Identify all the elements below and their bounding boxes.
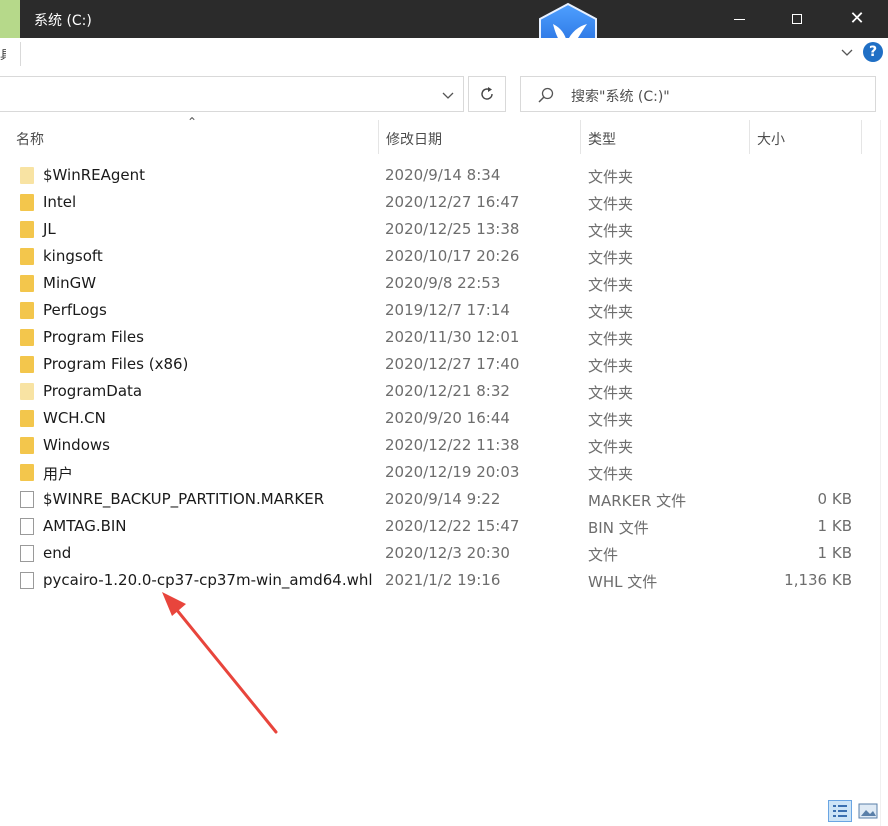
large-icons-view-button[interactable] (856, 800, 880, 822)
folder-icon (20, 221, 34, 238)
address-bar[interactable] (0, 76, 464, 112)
list-item[interactable]: Program Files 2020/11/30 12:01 文件夹 (0, 324, 880, 351)
list-item[interactable]: pycairo-1.20.0-cp37-cp37m-win_amd64.whl … (0, 567, 880, 594)
close-icon: ✕ (849, 8, 865, 29)
ribbon-divider (20, 42, 21, 66)
address-history-button[interactable] (438, 86, 458, 106)
list-item[interactable]: Program Files (x86) 2020/12/27 17:40 文件夹 (0, 351, 880, 378)
search-icon (538, 87, 554, 103)
chevron-down-icon (841, 49, 853, 56)
folder-icon (20, 302, 34, 319)
list-item[interactable]: kingsoft 2020/10/17 20:26 文件夹 (0, 243, 880, 270)
ribbon-bar: 具 (0, 38, 888, 71)
address-row: 搜索"系统 (C:)" (0, 70, 888, 120)
file-icon (20, 518, 34, 535)
refresh-icon (481, 87, 493, 100)
list-item[interactable]: 用户 2020/12/19 20:03 文件夹 (0, 459, 880, 486)
ribbon-expand-button[interactable] (838, 44, 856, 62)
chevron-down-icon (442, 92, 454, 99)
list-item[interactable]: MinGW 2020/9/8 22:53 文件夹 (0, 270, 880, 297)
column-header-size[interactable]: 大小 (749, 120, 861, 154)
ribbon-tab-fragment[interactable]: 具 (0, 46, 6, 60)
folder-icon (20, 464, 34, 481)
refresh-button[interactable] (468, 76, 506, 112)
column-header-type[interactable]: 类型 (580, 120, 750, 154)
folder-icon (20, 248, 34, 265)
list-item[interactable]: WCH.CN 2020/9/20 16:44 文件夹 (0, 405, 880, 432)
help-icon[interactable]: ? (863, 42, 883, 62)
folder-icon (20, 356, 34, 373)
details-view-button[interactable] (828, 800, 852, 822)
window-title: 系统 (C:) (34, 13, 92, 29)
close-button[interactable]: ✕ (834, 0, 880, 38)
folder-icon (20, 329, 34, 346)
list-item[interactable]: $WinREAgent 2020/9/14 8:34 文件夹 (0, 162, 880, 189)
list-item[interactable]: PerfLogs 2019/12/7 17:14 文件夹 (0, 297, 880, 324)
list-item[interactable]: ProgramData 2020/12/21 8:32 文件夹 (0, 378, 880, 405)
list-item[interactable]: JL 2020/12/25 13:38 文件夹 (0, 216, 880, 243)
folder-icon (20, 437, 34, 454)
minimize-button[interactable] (716, 0, 762, 38)
folder-icon (20, 275, 34, 292)
folder-icon (20, 383, 34, 400)
list-item[interactable]: Intel 2020/12/27 16:47 文件夹 (0, 189, 880, 216)
folder-icon (20, 167, 34, 184)
maximize-icon (792, 14, 802, 24)
file-icon (20, 545, 34, 562)
quick-access-strip[interactable] (0, 0, 20, 38)
column-header-name[interactable]: 名称 (0, 120, 378, 154)
search-placeholder: 搜索"系统 (C:)" (571, 89, 670, 105)
large-icons-view-icon (858, 803, 878, 819)
search-input[interactable]: 搜索"系统 (C:)" (520, 76, 876, 112)
list-item[interactable]: AMTAG.BIN 2020/12/22 15:47 BIN 文件 1 KB (0, 513, 880, 540)
minimize-icon (733, 18, 745, 20)
list-item[interactable]: $WINRE_BACKUP_PARTITION.MARKER 2020/9/14… (0, 486, 880, 513)
column-separator[interactable] (861, 120, 862, 154)
maximize-button[interactable] (774, 0, 820, 38)
right-edge (880, 120, 888, 826)
list-item[interactable]: end 2020/12/3 20:30 文件 1 KB (0, 540, 880, 567)
title-bar: 系统 (C:) ✕ (0, 0, 888, 38)
folder-icon (20, 194, 34, 211)
list-item[interactable]: Windows 2020/12/22 11:38 文件夹 (0, 432, 880, 459)
details-view-icon (833, 805, 847, 817)
file-icon (20, 572, 34, 589)
folder-icon (20, 410, 34, 427)
file-icon (20, 491, 34, 508)
column-header-date[interactable]: 修改日期 (378, 120, 580, 154)
